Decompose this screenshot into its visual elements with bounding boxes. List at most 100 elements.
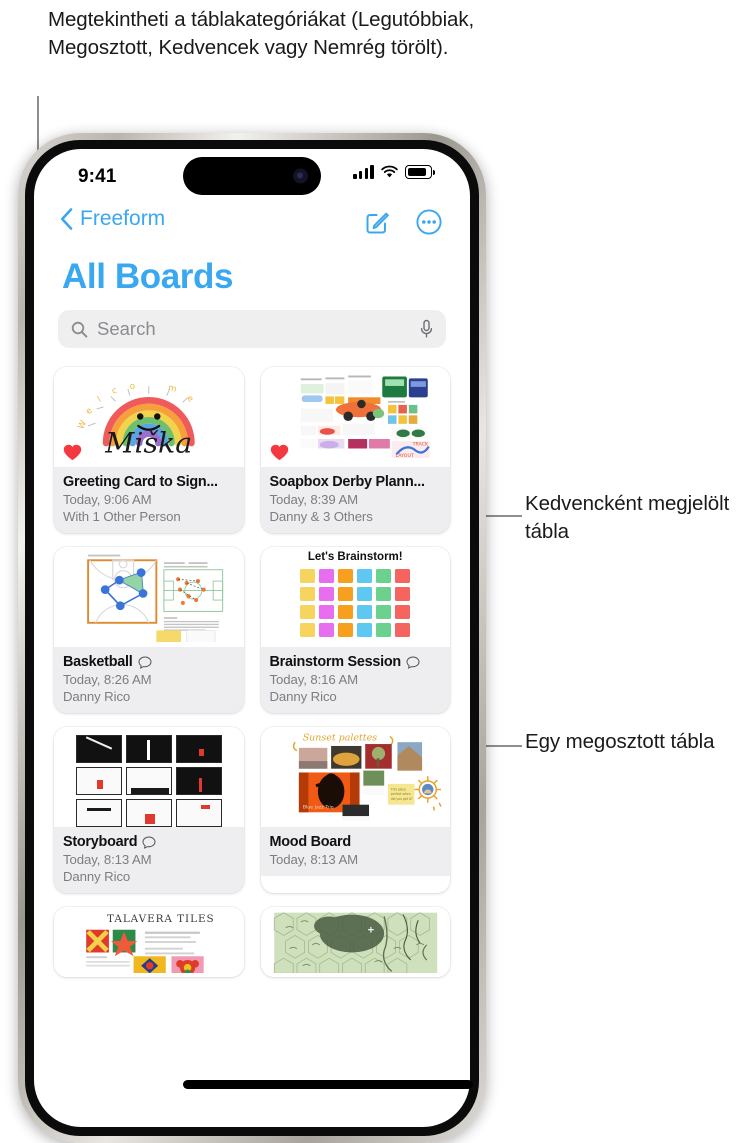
microphone-icon[interactable]	[420, 319, 433, 339]
board-title: Storyboard	[63, 834, 138, 850]
svg-text:l: l	[96, 395, 103, 405]
svg-text:o: o	[130, 382, 135, 392]
board-meta: Brainstorm Session Today, 8:16 AM Danny …	[260, 647, 450, 713]
storyboard-panel	[125, 735, 172, 763]
compose-icon[interactable]	[365, 210, 390, 235]
navigation-bar: Freeform	[34, 203, 470, 251]
talavera-label: TALAVERA TILES	[107, 913, 215, 925]
board-people: Danny Rico	[63, 689, 131, 704]
mood-board-art: Sunset palettes Blue Jazz Trio This piec…	[292, 732, 442, 821]
basketball-court-diagram-art	[87, 554, 224, 642]
phone-screen: 9:41 Freeform All Boards Search W e l c …	[34, 149, 470, 1127]
board-meta: Greeting Card to Sign... Today, 9:06 AM …	[54, 467, 244, 533]
board-card[interactable]: TRACK LAYOUT Soapbox Derby Plann... Toda…	[260, 367, 450, 533]
storyboard-panel	[125, 767, 172, 795]
storyboard-panel	[175, 799, 222, 827]
board-thumbnail: Sunset palettes Blue Jazz Trio This piec…	[260, 727, 450, 827]
iphone-device-frame: 9:41 Freeform All Boards Search W e l c …	[18, 133, 486, 1143]
search-field[interactable]: Search	[58, 310, 446, 348]
board-title-row: Mood Board	[270, 834, 442, 850]
svg-text:perfect when: perfect when	[390, 792, 410, 796]
board-meta: Storyboard Today, 8:13 AM Danny Rico	[54, 827, 244, 893]
hex-map-art	[273, 912, 437, 974]
storyboard-panel	[175, 735, 222, 763]
board-title: Basketball	[63, 654, 133, 670]
svg-text:W: W	[76, 419, 89, 432]
board-people: Danny Rico	[269, 689, 337, 704]
signal-bars-icon	[353, 165, 374, 179]
board-meta: Mood Board Today, 8:13 AM	[260, 827, 450, 876]
search-icon	[71, 321, 88, 338]
callout-shared-text: Egy megosztott tábla	[525, 730, 715, 753]
svg-text:did you get it?: did you get it?	[390, 797, 412, 801]
board-meta: Soapbox Derby Plann... Today, 8:39 AM Da…	[260, 467, 450, 533]
storyboard-panels	[75, 735, 222, 827]
board-thumbnail: TRACK LAYOUT	[260, 367, 450, 467]
board-people: With 1 Other Person	[63, 509, 181, 524]
board-date: Today, 8:39 AM	[269, 492, 359, 507]
storyboard-panel	[75, 799, 122, 827]
greeting-card-rainbow-art: W e l c o m e Miška	[76, 382, 195, 459]
more-circle-icon[interactable]	[416, 209, 442, 235]
search-placeholder: Search	[97, 318, 156, 339]
page-title: All Boards	[62, 257, 234, 296]
shared-bubble-icon	[137, 655, 152, 669]
back-button[interactable]: Freeform	[60, 207, 165, 231]
front-camera-icon	[293, 168, 308, 184]
favorite-heart-icon	[63, 444, 82, 461]
status-bar: 9:41	[34, 149, 470, 203]
status-bar-indicators	[353, 165, 436, 179]
board-title-row: Brainstorm Session	[270, 654, 442, 670]
board-card[interactable]: Basketball Today, 8:26 AM Danny Rico	[54, 547, 244, 713]
brainstorm-heading: Let's Brainstorm!	[307, 551, 403, 563]
board-thumbnail: TALAVERA TILES	[54, 907, 244, 977]
board-title: Greeting Card to Sign...	[63, 474, 218, 490]
board-people: Danny Rico	[63, 869, 131, 884]
board-title-row: Storyboard	[63, 834, 235, 850]
board-card[interactable]: Storyboard Today, 8:13 AM Danny Rico	[54, 727, 244, 893]
board-date: Today, 8:13 AM	[63, 852, 152, 867]
navigation-actions	[365, 209, 442, 235]
wifi-icon	[381, 165, 398, 178]
storyboard-panel	[75, 735, 122, 763]
board-meta: Basketball Today, 8:26 AM Danny Rico	[54, 647, 244, 713]
board-title: Brainstorm Session	[269, 654, 402, 670]
storyboard-panel	[125, 799, 172, 827]
svg-text:Blue Jazz Trio: Blue Jazz Trio	[302, 804, 333, 810]
svg-text:e: e	[84, 406, 95, 417]
shared-bubble-icon	[142, 835, 156, 849]
callout-bottom-leader-line	[183, 1080, 473, 1089]
board-thumbnail	[54, 727, 244, 827]
boards-grid: W e l c o m e Miška Greeting Card to Sig…	[54, 367, 450, 977]
board-card[interactable]: TALAVERA TILES	[54, 907, 244, 977]
board-date: Today, 9:06 AM	[63, 492, 152, 507]
storyboard-panel	[75, 767, 122, 795]
board-title: Mood Board	[269, 834, 352, 850]
svg-text:m: m	[167, 383, 177, 395]
svg-text:Miška: Miška	[104, 426, 192, 459]
board-date: Today, 8:26 AM	[63, 672, 152, 687]
status-bar-clock: 9:41	[78, 166, 117, 187]
board-thumbnail	[260, 907, 450, 977]
board-title-row: Soapbox Derby Plann...	[270, 474, 442, 490]
board-thumbnail: W e l c o m e Miška	[54, 367, 244, 467]
board-card[interactable]: Let's Brainstorm! Brainstorm Session Tod…	[260, 547, 450, 713]
talavera-tiles-art: TALAVERA TILES	[86, 913, 215, 974]
callout-categories-text: Megtekintheti a táblakategóriákat (Legut…	[48, 8, 475, 59]
svg-text:This piece: This piece	[389, 787, 405, 791]
board-card[interactable]: Sunset palettes Blue Jazz Trio This piec…	[260, 727, 450, 893]
svg-text:c: c	[111, 386, 118, 397]
callout-favorite-text: Kedvencként megjelölt tábla	[525, 492, 730, 543]
board-thumbnail	[54, 547, 244, 647]
storyboard-panel	[175, 767, 222, 795]
favorite-heart-icon	[270, 444, 288, 461]
board-card[interactable]: W e l c o m e Miška Greeting Card to Sig…	[54, 367, 244, 533]
board-card[interactable]	[260, 907, 450, 977]
board-thumbnail: Let's Brainstorm!	[260, 547, 450, 647]
chevron-left-icon	[60, 208, 73, 230]
board-date: Today, 8:16 AM	[269, 672, 359, 687]
svg-text:LAYOUT: LAYOUT	[395, 453, 413, 459]
board-title: Soapbox Derby Plann...	[269, 474, 425, 490]
battery-icon	[405, 165, 436, 179]
board-people: Danny & 3 Others	[269, 509, 373, 524]
